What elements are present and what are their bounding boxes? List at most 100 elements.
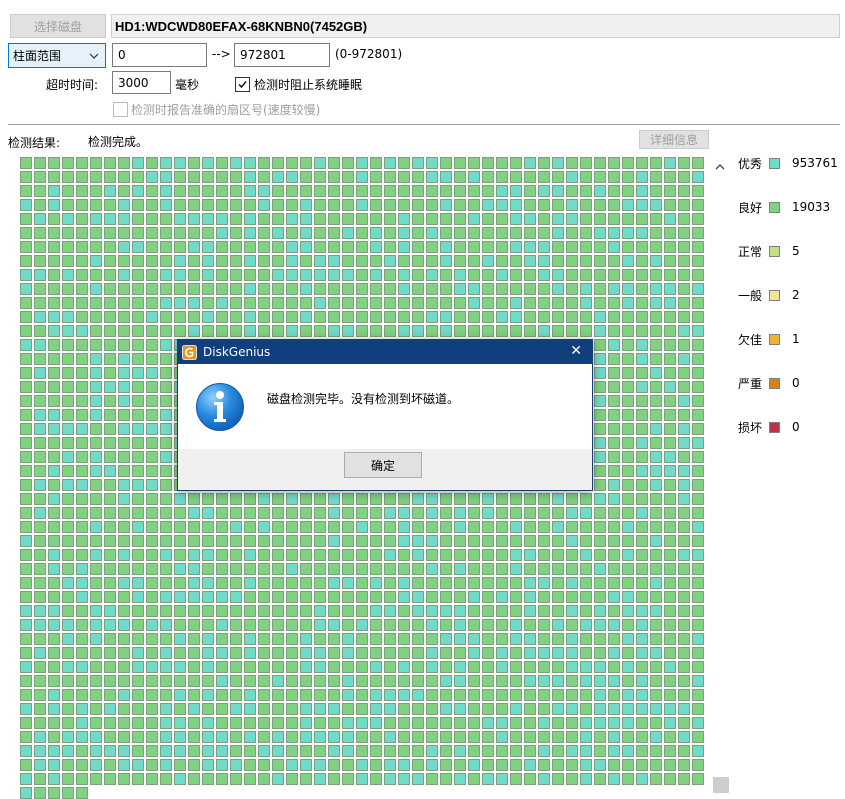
sector-block	[650, 451, 662, 463]
sector-block	[76, 731, 88, 743]
sector-block	[678, 409, 690, 421]
sector-block	[132, 367, 144, 379]
sector-block	[622, 311, 634, 323]
sector-block	[482, 563, 494, 575]
sector-block	[636, 409, 648, 421]
sector-block	[580, 283, 592, 295]
sector-block	[300, 269, 312, 281]
sector-block	[20, 717, 32, 729]
sector-block	[496, 269, 508, 281]
sector-block	[202, 297, 214, 309]
close-icon[interactable]: ✕	[570, 343, 582, 359]
sector-block	[412, 633, 424, 645]
sector-block	[118, 647, 130, 659]
sector-block	[356, 521, 368, 533]
end-cylinder-input[interactable]: 972801	[234, 43, 330, 67]
sector-block	[608, 507, 620, 519]
sector-block	[286, 521, 298, 533]
sector-block	[90, 703, 102, 715]
sector-block	[328, 647, 340, 659]
sector-block	[230, 619, 242, 631]
sector-block	[286, 535, 298, 547]
sector-block	[356, 661, 368, 673]
scroll-thumb[interactable]	[713, 777, 729, 793]
sector-block	[272, 549, 284, 561]
sector-block	[692, 339, 704, 351]
sector-block	[202, 703, 214, 715]
sector-block	[468, 745, 480, 757]
sector-block	[20, 703, 32, 715]
sector-block	[76, 465, 88, 477]
sector-block	[76, 521, 88, 533]
sector-block	[160, 493, 172, 505]
sector-block	[426, 633, 438, 645]
sector-block	[636, 535, 648, 547]
sector-block	[188, 171, 200, 183]
details-button[interactable]: 详细信息	[639, 130, 709, 149]
sector-block	[678, 283, 690, 295]
sector-block	[104, 269, 116, 281]
sector-block	[678, 451, 690, 463]
sector-block	[160, 605, 172, 617]
sector-block	[398, 227, 410, 239]
sector-block	[286, 577, 298, 589]
sector-block	[160, 661, 172, 673]
sector-block	[188, 591, 200, 603]
sector-block	[48, 213, 60, 225]
sector-block	[482, 549, 494, 561]
sector-block	[90, 409, 102, 421]
sector-block	[566, 731, 578, 743]
sector-block	[174, 269, 186, 281]
legend-swatch	[769, 333, 780, 345]
sector-block	[692, 311, 704, 323]
sector-block	[566, 563, 578, 575]
sector-block	[146, 675, 158, 687]
sector-block	[216, 521, 228, 533]
sector-block	[594, 647, 606, 659]
sector-block	[636, 521, 648, 533]
sector-block	[678, 647, 690, 659]
sector-block	[174, 521, 186, 533]
sector-block	[552, 605, 564, 617]
sector-block	[48, 507, 60, 519]
select-disk-button[interactable]: 选择磁盘	[10, 14, 106, 38]
ok-button[interactable]: 确定	[344, 452, 422, 478]
sector-block	[510, 157, 522, 169]
sector-block	[440, 297, 452, 309]
sector-block	[622, 731, 634, 743]
sector-block	[678, 325, 690, 337]
sector-block	[384, 535, 396, 547]
sector-block	[622, 451, 634, 463]
sector-block	[678, 521, 690, 533]
sector-block	[384, 311, 396, 323]
sector-block	[440, 199, 452, 211]
sector-block	[174, 773, 186, 785]
sector-block	[664, 157, 676, 169]
sector-block	[118, 185, 130, 197]
sector-block	[132, 409, 144, 421]
scroll-up-arrow-icon[interactable]	[715, 160, 725, 174]
range-mode-select[interactable]: 柱面范围	[8, 43, 106, 68]
sector-block	[188, 311, 200, 323]
sector-block	[202, 661, 214, 673]
sector-block	[286, 717, 298, 729]
sector-block	[678, 619, 690, 631]
sector-block	[62, 703, 74, 715]
sector-block	[160, 185, 172, 197]
sector-block	[286, 199, 298, 211]
grid-scrollbar[interactable]	[711, 152, 730, 799]
start-cylinder-input[interactable]: 0	[112, 43, 207, 67]
prevent-sleep-checkbox[interactable]: 检测时阻止系统睡眠	[235, 76, 362, 93]
sector-block	[314, 689, 326, 701]
sector-block	[636, 493, 648, 505]
sector-block	[34, 395, 46, 407]
sector-block	[202, 563, 214, 575]
timeout-input[interactable]: 3000	[112, 71, 171, 94]
sector-block	[258, 661, 270, 673]
report-sector-checkbox[interactable]: 检测时报告准确的扇区号(速度较慢)	[113, 101, 320, 118]
sector-block	[118, 255, 130, 267]
sector-block	[482, 241, 494, 253]
sector-block	[174, 493, 186, 505]
legend-item: 欠佳 1	[738, 329, 800, 349]
sector-block	[34, 339, 46, 351]
